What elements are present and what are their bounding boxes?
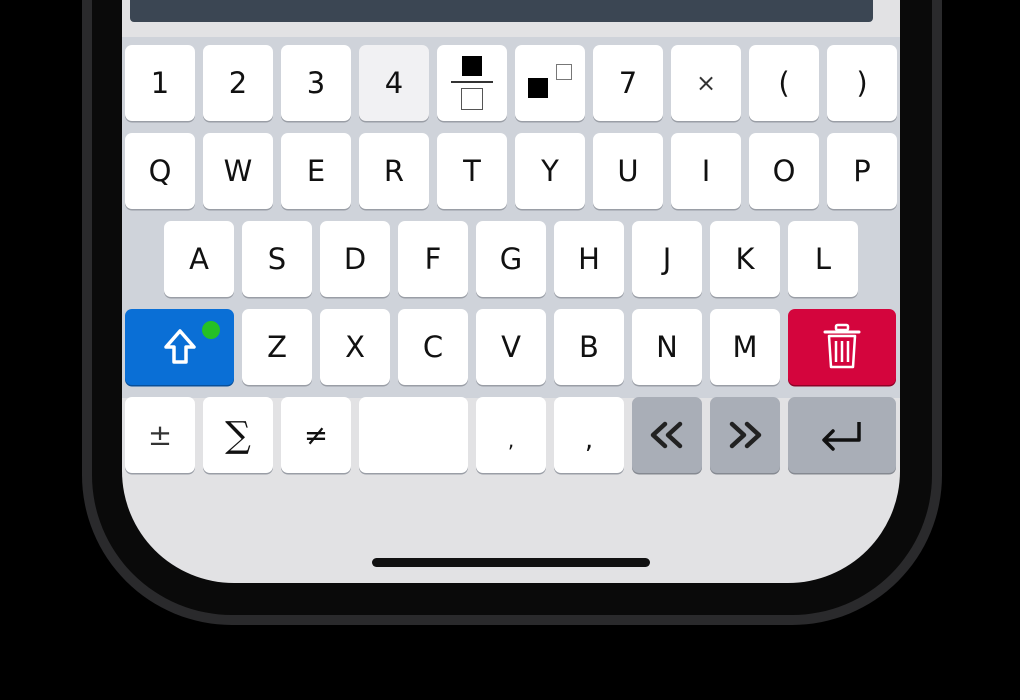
key-label: 4: [384, 66, 404, 100]
key-label: O: [772, 154, 796, 188]
key-label: P: [853, 154, 871, 188]
double-chevron-right-icon: [729, 421, 762, 449]
key-p[interactable]: P: [827, 133, 897, 209]
double-chevron-left-icon: [650, 421, 683, 449]
key-label: F: [424, 242, 442, 276]
key-label: B: [579, 330, 599, 364]
fraction-key[interactable]: [437, 45, 507, 121]
shift-arrow-icon: [163, 329, 196, 364]
key-label: D: [343, 242, 367, 276]
key-label: C: [422, 330, 444, 364]
key-3[interactable]: 3: [281, 45, 351, 121]
sum-key[interactable]: ∑: [203, 397, 273, 473]
key-m[interactable]: M: [710, 309, 780, 385]
right-paren-key[interactable]: ): [827, 45, 897, 121]
key-h[interactable]: H: [554, 221, 624, 297]
key-d[interactable]: D: [320, 221, 390, 297]
key-label: R: [383, 154, 405, 188]
key-e[interactable]: E: [281, 133, 351, 209]
enter-key[interactable]: [788, 397, 896, 473]
key-label: K: [735, 242, 755, 276]
key-label: ±: [147, 418, 173, 452]
key-label: M: [732, 330, 758, 364]
key-label: ): [856, 66, 868, 100]
key-label: ,: [584, 425, 594, 455]
key-l[interactable]: L: [788, 221, 858, 297]
key-label: Q: [148, 154, 172, 188]
key-label: 3: [306, 66, 326, 100]
key-a[interactable]: A: [164, 221, 234, 297]
key-label: 7: [618, 66, 638, 100]
key-q[interactable]: Q: [125, 133, 195, 209]
key-label: I: [701, 154, 711, 188]
key-j[interactable]: J: [632, 221, 702, 297]
return-icon: [822, 422, 861, 451]
input-display-bar: [130, 0, 873, 22]
key-g[interactable]: G: [476, 221, 546, 297]
space-key[interactable]: [359, 397, 468, 473]
key-label: ×: [695, 69, 717, 97]
key-label: ≠: [303, 418, 329, 452]
key-label: S: [267, 242, 287, 276]
key-y[interactable]: Y: [515, 133, 585, 209]
comma-key[interactable]: ,: [476, 397, 546, 473]
key-c[interactable]: C: [398, 309, 468, 385]
exponent-icon: [528, 64, 572, 98]
key-i[interactable]: I: [671, 133, 741, 209]
key-o[interactable]: O: [749, 133, 819, 209]
math-keyboard: 1 2 3 4 7 × ( ) Q W E R T Y U I O P A S …: [122, 37, 900, 473]
key-label: J: [662, 242, 672, 276]
key-n[interactable]: N: [632, 309, 702, 385]
key-label: ,: [507, 428, 515, 452]
key-label: A: [189, 242, 209, 276]
key-w[interactable]: W: [203, 133, 273, 209]
plus-minus-key[interactable]: ±: [125, 397, 195, 473]
multiply-key[interactable]: ×: [671, 45, 741, 121]
key-x[interactable]: X: [320, 309, 390, 385]
key-label: 2: [228, 66, 248, 100]
key-4[interactable]: 4: [359, 45, 429, 121]
key-label: Y: [541, 154, 559, 188]
key-2[interactable]: 2: [203, 45, 273, 121]
key-label: V: [501, 330, 521, 364]
key-7[interactable]: 7: [593, 45, 663, 121]
key-t[interactable]: T: [437, 133, 507, 209]
key-label: ∑: [225, 414, 251, 456]
key-r[interactable]: R: [359, 133, 429, 209]
key-v[interactable]: V: [476, 309, 546, 385]
left-paren-key[interactable]: (: [749, 45, 819, 121]
key-label: L: [814, 242, 832, 276]
key-label: T: [463, 154, 481, 188]
key-label: H: [578, 242, 600, 276]
not-equal-key[interactable]: ≠: [281, 397, 351, 473]
home-indicator: [372, 558, 650, 567]
key-label: W: [223, 154, 253, 188]
key-1[interactable]: 1: [125, 45, 195, 121]
comma-key-2[interactable]: ,: [554, 397, 624, 473]
delete-key[interactable]: [788, 309, 896, 385]
shift-active-indicator: [202, 321, 220, 339]
key-label: G: [499, 242, 523, 276]
screen: 1 2 3 4 7 × ( ) Q W E R T Y U I O P A S …: [122, 0, 900, 583]
shift-key[interactable]: [125, 309, 234, 385]
key-label: N: [656, 330, 678, 364]
cursor-left-key[interactable]: [632, 397, 702, 473]
key-f[interactable]: F: [398, 221, 468, 297]
key-b[interactable]: B: [554, 309, 624, 385]
trash-icon: [823, 323, 861, 369]
key-label: Z: [267, 330, 287, 364]
key-label: X: [345, 330, 365, 364]
exponent-key[interactable]: [515, 45, 585, 121]
key-label: 1: [150, 66, 170, 100]
key-k[interactable]: K: [710, 221, 780, 297]
key-z[interactable]: Z: [242, 309, 312, 385]
key-label: U: [617, 154, 639, 188]
fraction-icon: [451, 56, 493, 110]
key-u[interactable]: U: [593, 133, 663, 209]
key-s[interactable]: S: [242, 221, 312, 297]
cursor-right-key[interactable]: [710, 397, 780, 473]
key-label: E: [306, 154, 326, 188]
key-label: (: [778, 66, 790, 100]
